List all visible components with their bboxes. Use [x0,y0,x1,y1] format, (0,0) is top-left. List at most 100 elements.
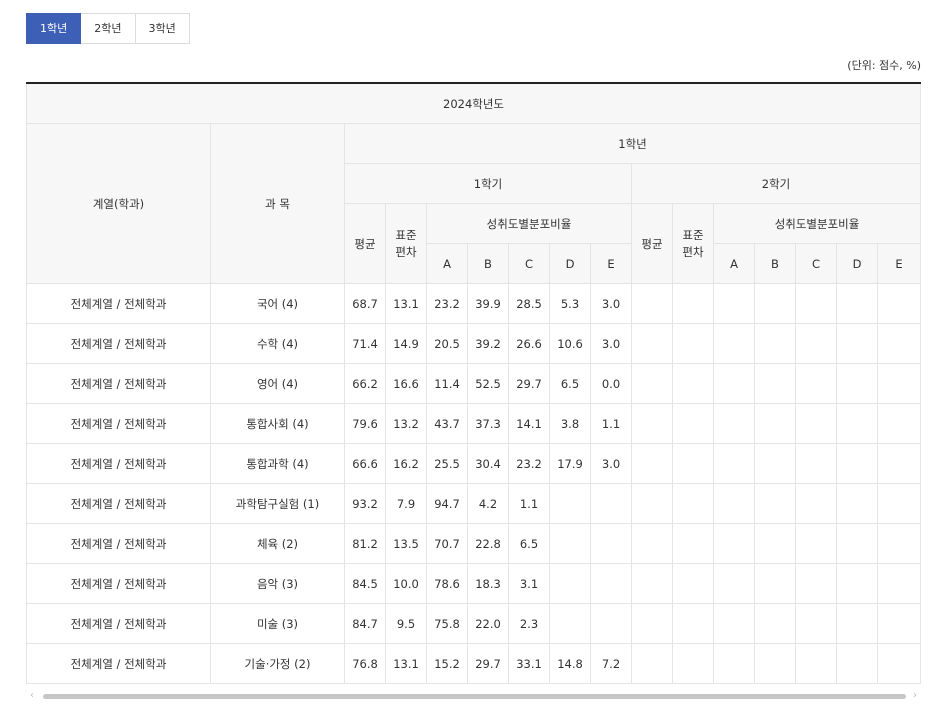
sem1-a-cell: 15.2 [426,643,468,684]
scroll-left-icon[interactable]: ‹ [30,690,34,701]
sem1-b-cell: 22.8 [467,523,509,564]
sem2-empty-cell [672,443,714,484]
sem2-avg-header: 평균 [631,203,673,284]
sem1-std-cell: 16.6 [385,363,427,404]
dept-cell: 전체계열 / 전체학과 [26,283,211,324]
sem1-c-cell: 33.1 [508,643,550,684]
sem2-empty-cell [631,603,673,644]
sem2-empty-cell [876,323,922,364]
subject-cell: 통합과학 (4) [210,443,345,484]
sem1-std-cell: 13.5 [385,523,427,564]
sem1-std-cell: 10.0 [385,563,427,604]
sem2-empty-cell [795,563,837,604]
scrollbar-thumb[interactable] [43,694,906,699]
subject-cell: 통합사회 (4) [210,403,345,444]
sem2-empty-cell [795,403,837,444]
sem1-avg-cell: 68.7 [344,283,386,324]
table-row: 전체계열 / 전체학과 통합과학 (4) 66.6 16.2 25.5 30.4 23.2 1… [26,443,922,484]
sem2-empty-cell [876,563,922,604]
dept-cell: 전체계열 / 전체학과 [26,363,211,404]
sem2-empty-cell [631,563,673,604]
sem2-empty-cell [713,363,755,404]
sem1-b-cell: 29.7 [467,643,509,684]
sem2-empty-cell [795,283,837,324]
sem2-empty-cell [836,563,878,604]
grade-header: 1학년 [343,123,922,164]
sem1-grade-c: C [508,243,550,284]
sem1-a-cell: 11.4 [426,363,468,404]
subject-cell: 미술 (3) [210,603,345,644]
subject-cell: 체육 (2) [210,523,345,564]
sem1-c-cell: 6.5 [508,523,550,564]
year-header: 2024학년도 [25,82,922,124]
sem2-empty-cell [672,283,714,324]
sem2-empty-cell [836,283,878,324]
sem2-empty-cell [836,483,878,524]
sem1-avg-cell: 93.2 [344,483,386,524]
sem2-grade-b: B [754,243,796,284]
horizontal-scrollbar[interactable]: ‹ › [26,690,921,701]
dept-cell: 전체계열 / 전체학과 [26,323,211,364]
sem2-empty-cell [713,443,755,484]
table-row: 전체계열 / 전체학과 과학탐구실험 (1) 93.2 7.9 94.7 4.2 1.1 [26,483,922,524]
dept-cell: 전체계열 / 전체학과 [26,523,211,564]
sem1-a-cell: 23.2 [426,283,468,324]
sem2-empty-cell [754,523,796,564]
sem2-empty-cell [672,563,714,604]
sem1-e-cell: 3.0 [590,323,632,364]
score-table-container: 2024학년도 계열(학과) 과 목 1학년 1학기 2학기 평균 표준 편차 성… [25,82,922,684]
sem1-b-cell: 30.4 [467,443,509,484]
sem2-empty-cell [754,603,796,644]
subject-cell: 과학탐구실험 (1) [210,483,345,524]
dept-cell: 전체계열 / 전체학과 [26,403,211,444]
sem2-grade-d: D [836,243,878,284]
sem1-a-cell: 20.5 [426,323,468,364]
sem1-e-cell [590,603,632,644]
sem1-avg-cell: 66.6 [344,443,386,484]
sem1-b-cell: 4.2 [467,483,509,524]
sem1-b-cell: 39.2 [467,323,509,364]
grade-tabs: 1학년 2학년 3학년 [26,13,190,44]
sem1-b-cell: 39.9 [467,283,509,324]
sem1-e-cell: 0.0 [590,363,632,404]
sem1-std-cell: 7.9 [385,483,427,524]
sem2-empty-cell [631,443,673,484]
sem1-std-cell: 9.5 [385,603,427,644]
sem2-grade-c: C [795,243,837,284]
sem1-d-cell: 6.5 [549,363,591,404]
sem1-a-cell: 25.5 [426,443,468,484]
sem1-c-cell: 29.7 [508,363,550,404]
semester-1-header: 1학기 [344,163,632,204]
table-row: 전체계열 / 전체학과 수학 (4) 71.4 14.9 20.5 39.2 26.6 10.… [26,323,922,364]
sem1-c-cell: 1.1 [508,483,550,524]
tab-grade-2[interactable]: 2학년 [81,13,136,44]
dept-cell: 전체계열 / 전체학과 [26,563,211,604]
sem2-empty-cell [754,283,796,324]
scroll-right-icon[interactable]: › [913,690,917,701]
sem2-dist-header: 성취도별분포비율 [712,203,922,244]
tab-grade-1[interactable]: 1학년 [26,13,82,44]
sem1-e-cell [590,523,632,564]
sem1-a-cell: 94.7 [426,483,468,524]
sem1-a-cell: 78.6 [426,563,468,604]
sem2-empty-cell [836,603,878,644]
sem2-empty-cell [836,523,878,564]
sem1-std-cell: 14.9 [385,323,427,364]
sem1-std-cell: 16.2 [385,443,427,484]
tab-grade-3[interactable]: 3학년 [135,13,190,44]
sem2-empty-cell [631,523,673,564]
sem2-empty-cell [631,643,673,684]
subject-cell: 영어 (4) [210,363,345,404]
sem2-empty-cell [672,403,714,444]
sem2-empty-cell [795,523,837,564]
sem2-grade-a: A [713,243,755,284]
sem2-empty-cell [836,643,878,684]
sem1-d-cell: 14.8 [549,643,591,684]
sem1-d-cell [549,563,591,604]
sem1-std-cell: 13.1 [385,283,427,324]
sem2-empty-cell [795,323,837,364]
sem2-empty-cell [672,643,714,684]
subject-cell: 기술·가정 (2) [210,643,345,684]
sem1-std-header: 표준 편차 [385,203,427,284]
sem2-empty-cell [795,483,837,524]
